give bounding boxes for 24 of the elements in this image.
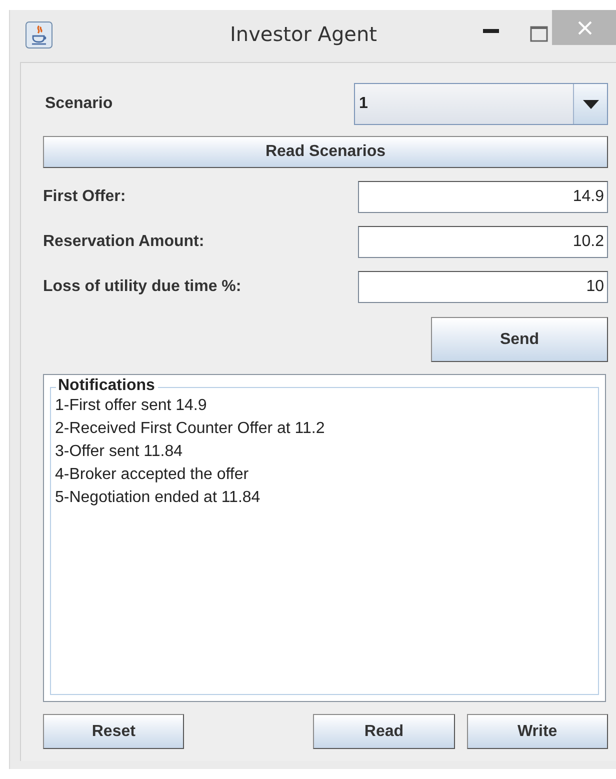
notification-line: 3-Offer sent 11.84 — [55, 442, 184, 462]
notification-line: 5-Negotiation ended at 11.84 — [55, 488, 262, 508]
scenario-dropdown[interactable]: 1 — [354, 83, 608, 125]
caret-icon — [582, 100, 598, 108]
read-button[interactable]: Read — [313, 714, 455, 749]
input-field[interactable]: 10 — [358, 271, 608, 303]
field-label: First Offer: — [43, 188, 126, 206]
field-label: Loss of utility due time %: — [43, 278, 242, 296]
maximize-icon[interactable] — [530, 26, 548, 42]
notification-line: 1-First offer sent 14.9 — [55, 396, 208, 416]
reset-button[interactable]: Reset — [43, 714, 184, 749]
cup-icon — [25, 21, 53, 49]
close-icon — [576, 20, 592, 36]
field-label: Reservation Amount: — [43, 233, 204, 251]
write-button[interactable]: Write — [466, 714, 608, 749]
notification-line: 2-Received First Counter Offer at 11.2 — [55, 419, 326, 439]
input-field[interactable]: 14.9 — [358, 181, 608, 213]
minimize-icon[interactable] — [483, 28, 499, 34]
window-title: Investor Agent — [230, 22, 377, 46]
send-button[interactable]: Send — [431, 317, 608, 362]
notification-line: 4-Broker accepted the offer — [55, 465, 250, 485]
input-field[interactable]: 10.2 — [358, 226, 608, 258]
scenario-label: Scenario — [45, 95, 113, 113]
read-scenarios-button[interactable]: Read Scenarios — [43, 136, 608, 168]
